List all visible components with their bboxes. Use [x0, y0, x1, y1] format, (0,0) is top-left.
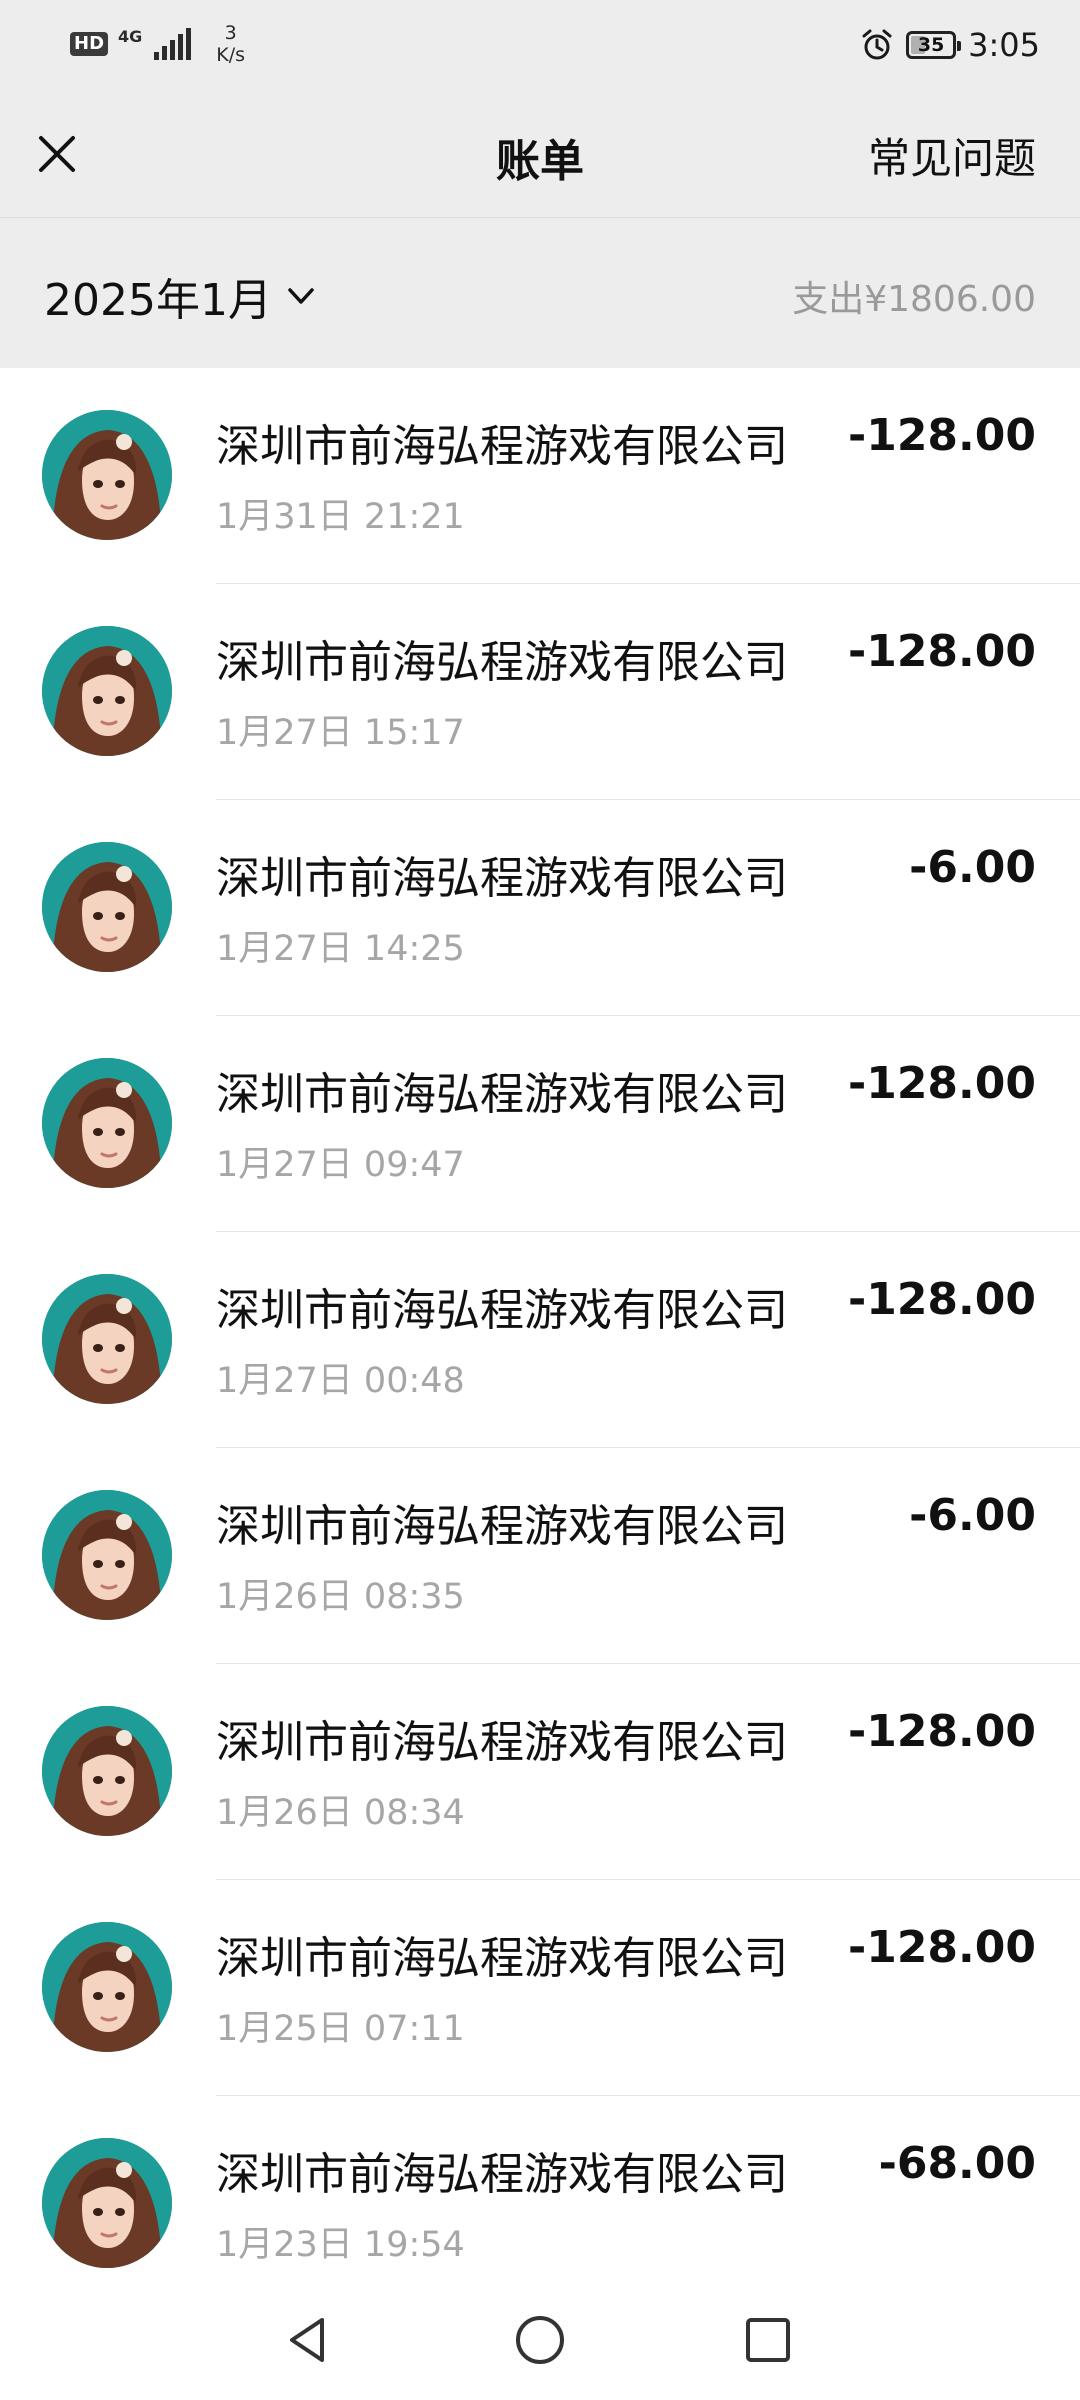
- merchant-avatar: [42, 1058, 172, 1188]
- transaction-amount: -6.00: [909, 1490, 1036, 1541]
- transaction-amount: -68.00: [878, 2138, 1036, 2189]
- chevron-down-icon: [288, 288, 314, 304]
- status-bar: HD 4G 3 K/s 35 3:05: [0, 0, 1080, 95]
- app-header: 账单 常见问题: [0, 95, 1080, 218]
- recents-icon: [746, 2318, 790, 2362]
- transaction-amount: -128.00: [847, 1274, 1036, 1325]
- transaction-time: 1月25日 07:11: [216, 2009, 465, 2049]
- transaction-amount: -128.00: [847, 626, 1036, 677]
- speed-value: 3: [224, 22, 237, 44]
- merchant-avatar: [42, 842, 172, 972]
- transaction-row[interactable]: 深圳市前海弘程游戏有限公司 1月27日 00:48 -128.00: [0, 1232, 1080, 1448]
- merchant-name: 深圳市前海弘程游戏有限公司: [216, 1501, 788, 1552]
- transaction-time: 1月27日 14:25: [216, 929, 465, 969]
- system-nav-bar: [0, 2280, 1080, 2400]
- merchant-name: 深圳市前海弘程游戏有限公司: [216, 1717, 788, 1768]
- merchant-name: 深圳市前海弘程游戏有限公司: [216, 637, 788, 688]
- transaction-row[interactable]: 深圳市前海弘程游戏有限公司 1月27日 14:25 -6.00: [0, 800, 1080, 1016]
- transaction-amount: -128.00: [847, 1706, 1036, 1757]
- network-speed: 3 K/s: [216, 22, 245, 66]
- merchant-avatar: [42, 1922, 172, 2052]
- expense-total: 支出¥1806.00: [792, 279, 1036, 320]
- nav-home-button[interactable]: [510, 2310, 570, 2370]
- merchant-avatar: [42, 410, 172, 540]
- transaction-row[interactable]: 深圳市前海弘程游戏有限公司 1月27日 09:47 -128.00: [0, 1016, 1080, 1232]
- transaction-time: 1月23日 19:54: [216, 2225, 465, 2265]
- battery-percent: 35: [917, 34, 945, 56]
- home-icon: [516, 2316, 564, 2364]
- month-label: 2025年1月: [44, 275, 272, 326]
- alarm-icon: [862, 29, 892, 60]
- merchant-avatar: [42, 2138, 172, 2268]
- faq-link[interactable]: 常见问题: [868, 125, 1036, 186]
- transaction-row[interactable]: 深圳市前海弘程游戏有限公司 1月31日 21:21 -128.00: [0, 368, 1080, 584]
- speed-unit: K/s: [216, 44, 246, 66]
- transaction-row[interactable]: 深圳市前海弘程游戏有限公司 1月26日 08:35 -6.00: [0, 1448, 1080, 1664]
- transaction-amount: -6.00: [909, 842, 1036, 893]
- transaction-row[interactable]: 深圳市前海弘程游戏有限公司 1月27日 15:17 -128.00: [0, 584, 1080, 800]
- network-type: 4G: [118, 26, 143, 46]
- transaction-time: 1月27日 09:47: [216, 1145, 465, 1185]
- signal-icon: [154, 28, 192, 60]
- nav-back-button[interactable]: [278, 2310, 338, 2370]
- transaction-time: 1月31日 21:21: [216, 497, 465, 537]
- status-right: 35 3:05: [860, 26, 1040, 64]
- transaction-amount: -128.00: [847, 410, 1036, 461]
- merchant-avatar: [42, 626, 172, 756]
- battery-icon: 35: [906, 31, 962, 59]
- merchant-name: 深圳市前海弘程游戏有限公司: [216, 2149, 788, 2200]
- transaction-time: 1月27日 15:17: [216, 713, 465, 753]
- merchant-name: 深圳市前海弘程游戏有限公司: [216, 1933, 788, 1984]
- close-icon: [39, 136, 75, 172]
- merchant-name: 深圳市前海弘程游戏有限公司: [216, 421, 788, 472]
- transaction-amount: -128.00: [847, 1058, 1036, 1109]
- nav-recents-button[interactable]: [738, 2310, 798, 2370]
- transaction-list: 深圳市前海弘程游戏有限公司 1月31日 21:21 -128.00 深圳市前海弘…: [0, 368, 1080, 2312]
- clock: 3:05: [968, 26, 1040, 64]
- hd-badge: HD: [70, 32, 109, 56]
- month-picker[interactable]: 2025年1月: [44, 264, 318, 328]
- transaction-time: 1月26日 08:35: [216, 1577, 465, 1617]
- transaction-amount: -128.00: [847, 1922, 1036, 1973]
- merchant-name: 深圳市前海弘程游戏有限公司: [216, 853, 788, 904]
- merchant-avatar: [42, 1274, 172, 1404]
- merchant-avatar: [42, 1490, 172, 1620]
- back-icon: [290, 2318, 324, 2362]
- close-button[interactable]: [28, 125, 86, 183]
- merchant-name: 深圳市前海弘程游戏有限公司: [216, 1285, 788, 1336]
- status-left: HD 4G 3 K/s: [70, 22, 245, 66]
- merchant-name: 深圳市前海弘程游戏有限公司: [216, 1069, 788, 1120]
- month-summary-bar: 2025年1月 支出¥1806.00: [0, 218, 1080, 368]
- transaction-row[interactable]: 深圳市前海弘程游戏有限公司 1月26日 08:34 -128.00: [0, 1664, 1080, 1880]
- merchant-avatar: [42, 1706, 172, 1836]
- transaction-row[interactable]: 深圳市前海弘程游戏有限公司 1月25日 07:11 -128.00: [0, 1880, 1080, 2096]
- transaction-time: 1月27日 00:48: [216, 1361, 465, 1401]
- transaction-time: 1月26日 08:34: [216, 1793, 465, 1833]
